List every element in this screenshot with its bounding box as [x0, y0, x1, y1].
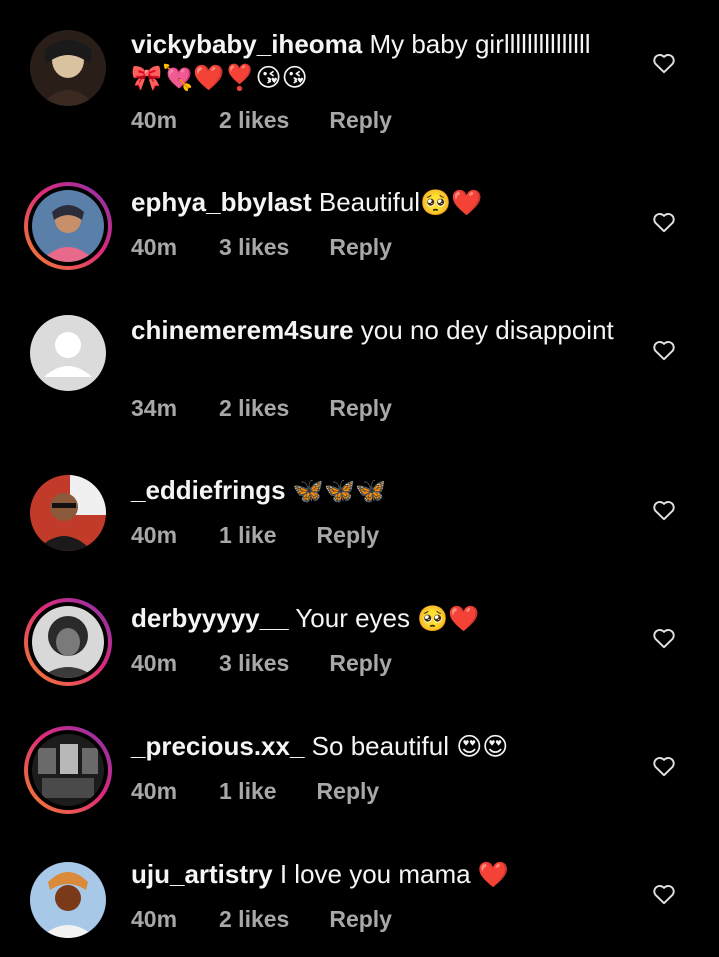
comment-meta: 40m 1 like Reply: [131, 778, 379, 805]
reply-button[interactable]: Reply: [317, 778, 380, 805]
comment-body: derbyyyyy__ Your eyes 🥺❤️: [131, 602, 631, 636]
comment-emojis: ❤️: [477, 861, 509, 889]
heart-outline-icon[interactable]: [651, 209, 677, 235]
comments-list: vickybaby_iheoma My baby girllllllllllll…: [0, 0, 719, 957]
comment-time: 40m: [131, 650, 178, 676]
comment-meta: 34m 2 likes Reply: [131, 395, 392, 422]
comment-time: 40m: [131, 522, 178, 548]
comment-text: Your eyes: [295, 603, 411, 633]
reply-button[interactable]: Reply: [329, 107, 392, 134]
reply-button[interactable]: Reply: [329, 650, 392, 677]
avatar[interactable]: [24, 726, 112, 814]
comment-likes[interactable]: 2 likes: [219, 107, 289, 134]
comment-text: I love you mama: [279, 859, 471, 889]
comment-likes[interactable]: 1 like: [219, 778, 277, 805]
comment-likes[interactable]: 3 likes: [219, 234, 289, 261]
comment-body: uju_artistry I love you mama ❤️: [131, 858, 631, 892]
avatar[interactable]: [30, 315, 106, 391]
comment-emojis: 🥺❤️: [420, 189, 483, 217]
comment-username[interactable]: vickybaby_iheoma: [131, 29, 362, 59]
comment-likes[interactable]: 2 likes: [219, 395, 289, 422]
comment-username[interactable]: derbyyyyy__: [131, 603, 289, 633]
heart-outline-icon[interactable]: [651, 50, 677, 76]
reply-button[interactable]: Reply: [329, 234, 392, 261]
avatar[interactable]: [30, 475, 106, 551]
comment-time: 34m: [131, 395, 178, 421]
comment-time: 40m: [131, 234, 178, 260]
comment-body: chinemerem4sure you no dey disappoint: [131, 314, 631, 347]
comment-emojis: 🥺❤️: [417, 605, 480, 633]
comment-username[interactable]: ephya_bbylast: [131, 187, 312, 217]
comment-emojis: 🎀💘❤️❣️😘😘: [131, 64, 308, 92]
comment-body: ephya_bbylast Beautiful🥺❤️: [131, 186, 631, 220]
comment-username[interactable]: uju_artistry: [131, 859, 273, 889]
comment-body: vickybaby_iheoma My baby girllllllllllll…: [131, 28, 631, 95]
avatar[interactable]: [30, 30, 106, 106]
comment-text: So beautiful: [311, 731, 449, 761]
reply-button[interactable]: Reply: [329, 395, 392, 422]
comment-body: _precious.xx_ So beautiful 😍😍: [131, 730, 631, 764]
comment-emojis: 🦋🦋🦋: [292, 477, 387, 505]
comment-username[interactable]: _eddiefrings: [131, 475, 286, 505]
comment-time: 40m: [131, 107, 178, 133]
comment-likes[interactable]: 1 like: [219, 522, 277, 549]
comment-meta: 40m 1 like Reply: [131, 522, 379, 549]
comment-likes[interactable]: 3 likes: [219, 650, 289, 677]
comment-likes[interactable]: 2 likes: [219, 906, 289, 933]
comment-time: 40m: [131, 906, 178, 932]
heart-outline-icon[interactable]: [651, 625, 677, 651]
comment-text: Beautiful: [318, 187, 421, 217]
comment-meta: 40m 3 likes Reply: [131, 650, 392, 677]
comment-meta: 40m 2 likes Reply: [131, 107, 392, 134]
comment-username[interactable]: _precious.xx_: [131, 731, 304, 761]
avatar[interactable]: [24, 598, 112, 686]
comment-meta: 40m 2 likes Reply: [131, 906, 392, 933]
comment-text: My baby girlllllllllllllll: [369, 29, 591, 59]
comment-emojis: 😍😍: [456, 733, 509, 761]
comment-username[interactable]: chinemerem4sure: [131, 315, 354, 345]
heart-outline-icon[interactable]: [651, 881, 677, 907]
comment-text: you no dey disappoint: [360, 315, 614, 345]
heart-outline-icon[interactable]: [651, 337, 677, 363]
heart-outline-icon[interactable]: [651, 497, 677, 523]
reply-button[interactable]: Reply: [317, 522, 380, 549]
avatar[interactable]: [24, 182, 112, 270]
comment-time: 40m: [131, 778, 178, 804]
heart-outline-icon[interactable]: [651, 753, 677, 779]
avatar[interactable]: [30, 862, 106, 938]
comment-meta: 40m 3 likes Reply: [131, 234, 392, 261]
reply-button[interactable]: Reply: [329, 906, 392, 933]
comment-body: _eddiefrings 🦋🦋🦋: [131, 474, 631, 508]
